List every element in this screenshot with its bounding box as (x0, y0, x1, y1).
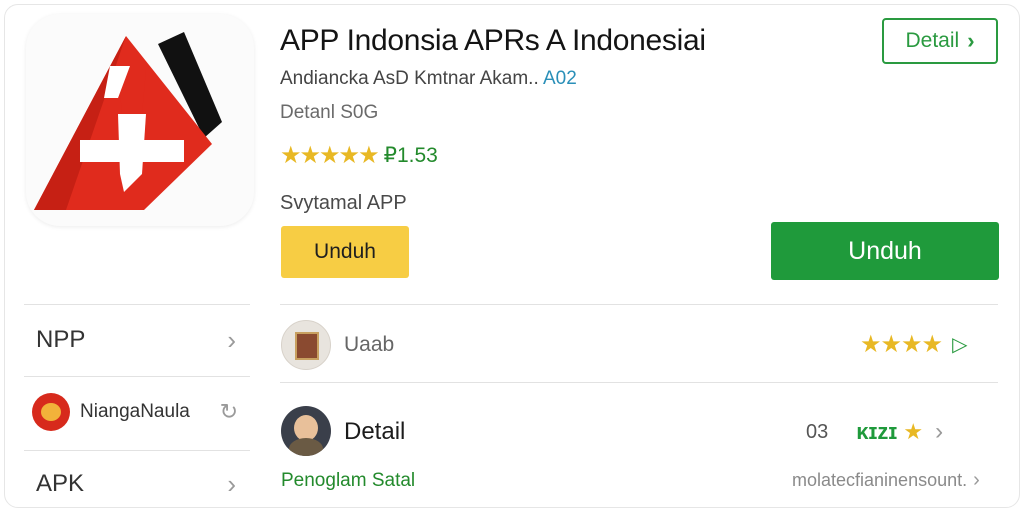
list-item-label: NiangaNaula (80, 401, 190, 422)
list-item-label: NPP (36, 326, 86, 353)
divider (24, 376, 250, 377)
row-rating[interactable]: ★★★★ ▷ (860, 330, 967, 359)
divider (280, 304, 998, 305)
divider (280, 382, 998, 383)
size-info: Detanl S0G (280, 102, 379, 123)
download-primary-button[interactable]: Unduh (771, 222, 999, 280)
detail-button-label: Detail (905, 29, 960, 52)
star-rating-icon: ★★★★ (860, 331, 943, 358)
refresh-icon: ↻ (219, 399, 238, 424)
chevron-right-icon: › (227, 468, 236, 499)
row-meta[interactable]: 03 ᴋɪzɪ ★ › (806, 418, 943, 446)
rating-value: ₽1.53 (383, 143, 438, 167)
developer-line: Andiancka AsD Kmtnar Akam.. A02 (280, 68, 577, 90)
chevron-right-icon: › (973, 469, 980, 491)
avatar (32, 393, 70, 431)
category-label: Svytamal APP (280, 192, 407, 214)
left-list-item-apk[interactable]: APK › (24, 462, 250, 506)
download-secondary-button[interactable]: Unduh (281, 226, 409, 278)
app-thumbnail (281, 320, 331, 370)
chevron-right-icon: › (967, 28, 975, 53)
developer-name: Andiancka AsD Kmtnar Akam.. (280, 68, 539, 89)
list-item-label: APK (36, 470, 85, 497)
play-icon: ▷ (952, 334, 968, 356)
footer-note: molatecfianinensount. › (792, 469, 980, 492)
footer-note-text: molatecfianinensount. (792, 470, 968, 490)
footer-link[interactable]: Penoglam Satal (281, 470, 415, 492)
divider (24, 304, 250, 305)
rating-text: ᴋɪzɪ (856, 419, 898, 444)
divider (24, 450, 250, 451)
row-label: Uaab (344, 333, 395, 356)
left-list-item-npp[interactable]: NPP › (24, 318, 250, 362)
rating-row: ★★★★★ ₽1.53 (280, 141, 438, 169)
app-logo-icon (26, 14, 254, 226)
star-rating-icon: ★★★★★ (280, 141, 380, 169)
avatar (281, 406, 331, 456)
chevron-right-icon: › (935, 418, 944, 445)
star-icon: ★ (903, 419, 924, 444)
app-title: APP Indonsia APRs A Indonesiai (280, 24, 706, 57)
version-label: A02 (542, 68, 577, 89)
row-label: Detail (344, 418, 406, 445)
count-label: 03 (806, 420, 829, 443)
chevron-right-icon: › (227, 324, 236, 355)
detail-button[interactable]: Detail › (882, 18, 998, 64)
left-list-item-profile[interactable]: NiangaNaula ↻ (24, 390, 250, 434)
